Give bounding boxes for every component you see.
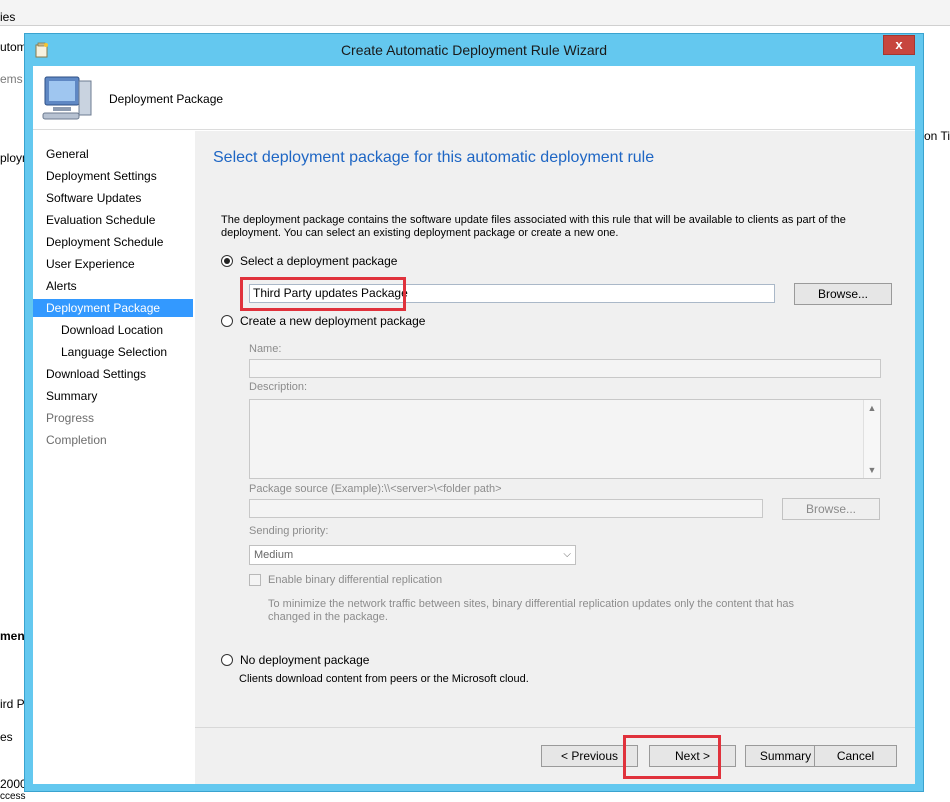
content-description: The deployment package contains the soft… <box>221 214 846 239</box>
button-bar: < Previous Next > Summary Cancel <box>195 727 915 784</box>
scroll-down-icon[interactable]: ▼ <box>864 462 880 478</box>
option-no-package[interactable]: No deployment package <box>221 652 369 668</box>
background-text: ccess <box>0 791 26 802</box>
background-text: utom <box>0 40 27 54</box>
computer-icon <box>42 76 92 120</box>
binary-replication-checkbox[interactable] <box>249 574 261 586</box>
name-input[interactable] <box>249 359 881 378</box>
nav-item-general[interactable]: General <box>33 145 193 163</box>
nav-item-alerts[interactable]: Alerts <box>33 277 193 295</box>
wizard-nav: General Deployment Settings Software Upd… <box>33 131 193 784</box>
highlight-next-button <box>623 735 721 779</box>
content-heading: Select deployment package for this autom… <box>213 149 655 166</box>
nav-item-summary[interactable]: Summary <box>33 387 193 405</box>
description-scrollbar[interactable]: ▲ ▼ <box>863 400 880 478</box>
radio-create-package[interactable] <box>221 315 233 327</box>
browse-source-button[interactable]: Browse... <box>782 498 880 520</box>
binary-replication-label: Enable binary differential replication <box>268 574 443 586</box>
name-label: Name: <box>249 343 282 355</box>
nav-item-user-experience[interactable]: User Experience <box>33 255 193 273</box>
nav-item-download-settings[interactable]: Download Settings <box>33 365 193 383</box>
sending-priority-label: Sending priority: <box>249 525 329 537</box>
background-text: es <box>0 730 13 744</box>
description-label: Description: <box>249 381 308 393</box>
scroll-up-icon[interactable]: ▲ <box>864 400 880 416</box>
nav-item-deployment-schedule[interactable]: Deployment Schedule <box>33 233 193 251</box>
background-text: on Ti <box>924 129 950 143</box>
background-text: 2000 <box>0 777 27 791</box>
sending-priority-select[interactable]: Medium ⌵ <box>249 545 576 565</box>
dialog-client: Deployment Package General Deployment Se… <box>33 66 915 784</box>
sending-priority-value: Medium <box>254 549 294 561</box>
title-bar[interactable]: Create Automatic Deployment Rule Wizard … <box>25 34 923 66</box>
option-create-package-label: Create a new deployment package <box>240 314 426 328</box>
background-text: ems <box>0 72 23 86</box>
close-button[interactable]: x <box>883 35 915 55</box>
wizard-dialog: Create Automatic Deployment Rule Wizard … <box>24 33 924 792</box>
chevron-down-icon: ⌵ <box>563 549 571 560</box>
page-header: Deployment Package <box>33 66 915 130</box>
nav-item-deployment-settings[interactable]: Deployment Settings <box>33 167 193 185</box>
description-input[interactable]: ▲ ▼ <box>249 399 881 479</box>
cancel-button[interactable]: Cancel <box>814 745 897 767</box>
nav-item-deployment-package[interactable]: Deployment Package <box>33 299 193 317</box>
window-title: Create Automatic Deployment Rule Wizard <box>340 42 608 58</box>
radio-no-package[interactable] <box>221 654 233 666</box>
option-no-package-label: No deployment package <box>240 653 370 667</box>
option-select-package-label: Select a deployment package <box>240 254 398 268</box>
nav-item-download-location[interactable]: Download Location <box>33 321 193 339</box>
nav-item-software-updates[interactable]: Software Updates <box>33 189 193 207</box>
nav-item-progress: Progress <box>46 411 95 425</box>
binary-replication-option[interactable]: Enable binary differential replication <box>249 574 442 586</box>
nav-item-evaluation-schedule[interactable]: Evaluation Schedule <box>33 211 193 229</box>
content-panel: Select deployment package for this autom… <box>195 131 915 727</box>
nav-item-completion: Completion <box>46 433 107 447</box>
option-create-package[interactable]: Create a new deployment package <box>221 313 425 329</box>
page-title: Deployment Package <box>109 92 224 106</box>
background-toolbar <box>0 0 950 26</box>
option-select-package[interactable]: Select a deployment package <box>221 253 397 269</box>
package-source-input[interactable] <box>249 499 763 518</box>
background-text: ies <box>0 10 16 24</box>
nav-item-language-selection[interactable]: Language Selection <box>33 343 193 361</box>
highlight-selected-package <box>240 277 406 311</box>
no-package-description: Clients download content from peers or t… <box>239 673 529 685</box>
browse-package-button[interactable]: Browse... <box>794 283 892 305</box>
radio-select-package[interactable] <box>221 255 233 267</box>
package-source-label: Package source (Example):\\<server>\<fol… <box>249 483 502 495</box>
background-text: ird P <box>0 697 25 711</box>
binary-replication-hint: To minimize the network traffic between … <box>268 598 795 623</box>
